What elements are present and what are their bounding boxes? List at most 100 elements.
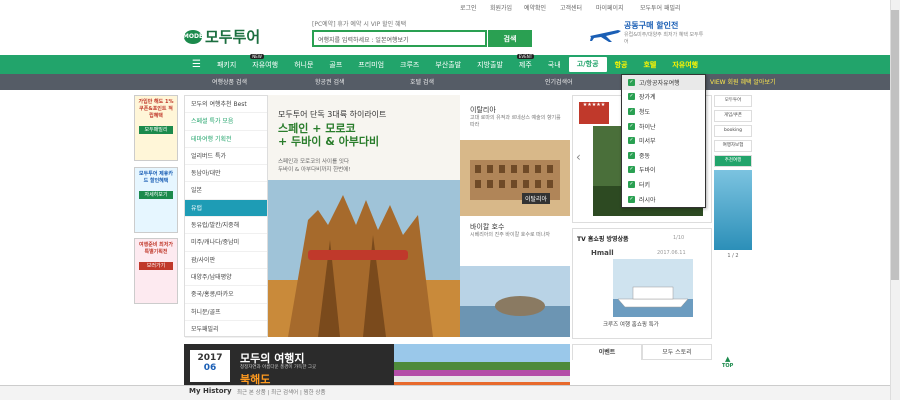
banner-headline-1: 스페인 + 모로코 — [278, 122, 356, 135]
my-history-label[interactable]: My History — [189, 387, 232, 395]
airplane-icon — [588, 24, 622, 44]
category-item[interactable]: 동남아/대만 — [185, 165, 267, 183]
sub-nav-popular[interactable]: 인기검색어 — [545, 77, 573, 86]
category-item[interactable]: 대양주/남태평양 — [185, 269, 267, 287]
nav-item-flight[interactable]: 항공 — [607, 60, 636, 70]
top-label: TOP — [722, 363, 734, 369]
nav-item-jeju[interactable]: EVENT 제주 — [511, 53, 540, 70]
category-item[interactable]: 모두의 여행추천 Best — [185, 96, 267, 114]
nav-item-hotel[interactable]: 호텔 — [635, 60, 664, 70]
recommend-thumbnails[interactable] — [714, 170, 752, 250]
flower-field-image — [394, 344, 570, 388]
main-banner[interactable]: 모두투어 단독 3대륙 하이라이트 스페인 + 모로코 + 두바이 & 아부다비… — [268, 95, 460, 337]
promo-baikal[interactable]: 바이칼 호수 시베리아의 진주 바이칼 호수로 떠나자 — [460, 216, 570, 337]
tab-story[interactable]: 모두 스토리 — [642, 344, 712, 360]
check-icon: ✓ — [628, 195, 635, 203]
dropdown-item[interactable]: ✓ 두바이 — [622, 163, 705, 178]
sagrada-familia-image — [268, 180, 460, 337]
my-history-text[interactable]: 최근 본 상품 | 최근 검색어 | 찜한 상품 — [237, 388, 326, 396]
nav-item-package[interactable]: 패키지 — [209, 60, 244, 70]
utility-link-mypage[interactable]: 마이페이지 — [596, 3, 624, 12]
dropdown-item[interactable]: ✓ 중동 — [622, 148, 705, 163]
category-item[interactable]: 스페셜 특가 모음 — [185, 113, 267, 131]
nav-item-busan[interactable]: 부산출발 — [427, 60, 469, 70]
quick-link[interactable]: 모두투어 — [714, 95, 752, 107]
promo-baikal-title: 바이칼 호수 — [470, 223, 505, 231]
search-input[interactable]: 여행지를 입력하세요 : 일본여행보기 — [312, 30, 487, 47]
category-item[interactable]: 허니문/골프 — [185, 304, 267, 321]
left-ad-button[interactable]: 자세히보기 — [139, 191, 173, 199]
banner-subtext: 스페인과 모로코의 사이를 잇다 두바이 & 아부다비까지 한번에! — [278, 158, 350, 174]
scroll-top-button[interactable]: ▲ TOP — [722, 355, 733, 369]
menu-icon[interactable]: ☰ — [184, 59, 209, 70]
nav-item-free-travel[interactable]: NEW 자유여행 — [244, 53, 286, 70]
tv-shopping-panel: TV 홈쇼핑 방영상품 1/10 Hmall 2017.06.11 크루즈 여행… — [572, 228, 712, 339]
scrollbar-thumb[interactable] — [891, 10, 899, 280]
left-ad-text: 가입만 해도 1% 쿠폰&포인트 적립혜택 — [138, 99, 174, 119]
sub-nav-hotel-search[interactable]: 호텔 검색 — [410, 77, 434, 86]
air-free-dropdown: ✓ 고/항공자유여행 ✓ 장가계 ✓ 청도 ✓ 하이난 ✓ 미서부 ✓ 중동 ✓ 두바이 ✓ 터… — [621, 74, 706, 208]
promo-italy[interactable]: 이탈리아 고대 로마의 유적과 르네상스 예술의 향기를 따라 이탈리아 — [460, 95, 570, 216]
dropdown-item[interactable]: ✓ 러시아 — [622, 192, 705, 207]
category-item[interactable]: 동유럽/발칸/지중해 — [185, 217, 267, 235]
sub-nav-flight-search[interactable]: 항공권 검색 — [315, 77, 345, 86]
dropdown-item[interactable]: ✓ 하이난 — [622, 119, 705, 134]
left-ad-button[interactable]: 모두패밀리 — [139, 126, 173, 134]
date-year: 2017 — [197, 353, 223, 363]
nav-item-free-travel-2[interactable]: 자유여행 — [664, 60, 706, 70]
carousel-prev-icon[interactable]: ‹ — [576, 150, 581, 164]
right-quick-column: 모두투어 게임/쿠폰 booking 여행자보험 추천여행 1 / 2 — [714, 95, 752, 259]
left-ad-special[interactable]: 여행준비 최저가 특별기획전 보러가기 — [134, 238, 178, 304]
search-promo-text[interactable]: [PC예약] 휴가 예약 시 VIP 할인 혜택 — [312, 19, 487, 28]
category-item[interactable]: 미주/캐나다/중남미 — [185, 234, 267, 252]
left-ad-button[interactable]: 보러가기 — [139, 262, 173, 270]
my-history-bar — [0, 385, 900, 400]
quick-paging[interactable]: 1 / 2 — [714, 253, 752, 259]
left-ad-family[interactable]: 가입만 해도 1% 쿠폰&포인트 적립혜택 모두패밀리 — [134, 95, 178, 161]
category-item[interactable]: 얼리버드 특가 — [185, 148, 267, 166]
category-item[interactable]: 중국/홍콩/마카오 — [185, 286, 267, 304]
tab-event[interactable]: 이벤트 — [572, 344, 642, 360]
dropdown-item[interactable]: ✓ 미서부 — [622, 133, 705, 148]
category-item[interactable]: 테마여행 기획전 — [185, 131, 267, 148]
utility-link-family[interactable]: 모두투어 패밀리 — [640, 3, 681, 12]
nav-item-regional[interactable]: 지방출발 — [469, 60, 511, 70]
quick-link[interactable]: booking — [714, 125, 752, 137]
dropdown-item[interactable]: ✓ 장가계 — [622, 90, 705, 105]
banner-headline: 스페인 + 모로코 + 두바이 & 아부다비 — [278, 122, 379, 148]
travel-destination-banner[interactable]: 2017 06 모두의 여행지 청정자연과 아름다운 풍경이 가득한 그곳 북해… — [184, 344, 570, 388]
dropdown-item[interactable]: ✓ 청도 — [622, 104, 705, 119]
nav-item-golf[interactable]: 골프 — [321, 60, 350, 70]
check-icon: ✓ — [628, 166, 635, 174]
cruise-ship-image[interactable] — [613, 259, 693, 317]
tv-channel: Hmall — [591, 249, 614, 257]
dropdown-item[interactable]: ✓ 고/항공자유여행 — [622, 75, 705, 90]
quick-link[interactable]: 게임/쿠폰 — [714, 110, 752, 122]
brand-logo[interactable]: MODE 모두투어 — [183, 26, 260, 47]
dropdown-item[interactable]: ✓ 터키 — [622, 177, 705, 192]
utility-link-support[interactable]: 고객센터 — [560, 3, 582, 12]
tv-date: 2017.06.11 — [657, 250, 686, 256]
sub-nav-vip[interactable]: VIEW 회원 혜택 알아보기 — [710, 77, 775, 86]
left-ad-card[interactable]: 모두투어 제휴카드 할인혜택 자세히보기 — [134, 167, 178, 233]
utility-link-reservation[interactable]: 예약확인 — [524, 3, 546, 12]
check-icon: ✓ — [628, 93, 635, 101]
sub-nav-package-search[interactable]: 여행상품 검색 — [212, 77, 247, 86]
star-badge: ★★★★★ — [579, 102, 609, 124]
nav-item-domestic[interactable]: 국내 — [540, 60, 569, 70]
event-badge: EVENT — [516, 53, 535, 59]
nav-item-air-free[interactable]: 고/항공 — [568, 57, 607, 72]
header-ad-title[interactable]: 공동구매 할인전 — [624, 20, 678, 31]
category-item[interactable]: 모두패밀리 — [185, 321, 267, 339]
nav-item-honeymoon[interactable]: 허니문 — [286, 60, 321, 70]
nav-item-cruise[interactable]: 크루즈 — [392, 60, 427, 70]
category-item-active[interactable]: 유럽 — [185, 199, 267, 218]
promo-italy-sub: 고대 로마의 유적과 르네상스 예술의 향기를 따라 — [470, 115, 561, 128]
category-item[interactable]: 일본 — [185, 182, 267, 200]
nav-item-premium[interactable]: 프리미엄 — [350, 60, 392, 70]
category-item[interactable]: 괌/사이판 — [185, 252, 267, 269]
search-button[interactable]: 검색 — [488, 30, 532, 47]
quick-link[interactable]: 여행자보험 — [714, 140, 752, 152]
utility-link-join[interactable]: 회원가입 — [490, 3, 512, 12]
utility-link-login[interactable]: 로그인 — [460, 3, 477, 12]
